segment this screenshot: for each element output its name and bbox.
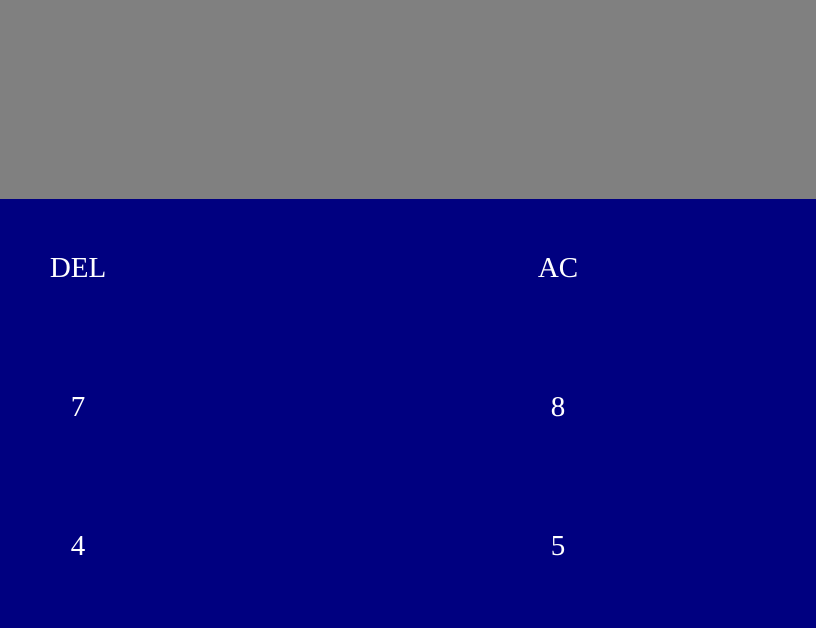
digit-8-button[interactable]: 8 bbox=[480, 338, 636, 477]
delete-button[interactable]: DEL bbox=[0, 199, 156, 338]
digit-4-button[interactable]: 4 bbox=[0, 477, 156, 616]
keypad: DEL AC 7 8 4 5 bbox=[0, 199, 816, 628]
digit-7-button[interactable]: 7 bbox=[0, 338, 156, 477]
calculator-app: DEL AC 7 8 4 5 bbox=[0, 0, 816, 628]
all-clear-button[interactable]: AC bbox=[480, 199, 636, 338]
digit-5-button[interactable]: 5 bbox=[480, 477, 636, 616]
calculator-display bbox=[0, 0, 816, 199]
